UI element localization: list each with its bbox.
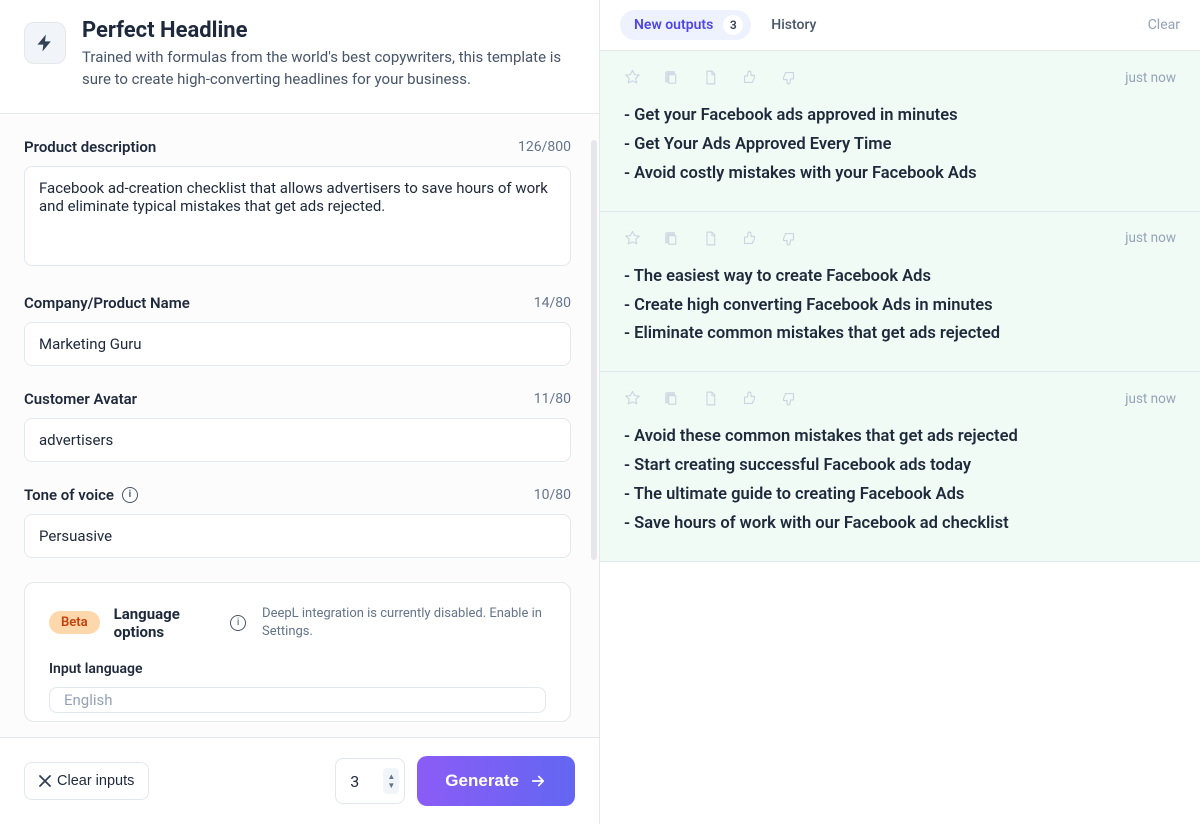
document-button[interactable] <box>702 230 719 247</box>
output-card: just now - Avoid these common mistakes th… <box>600 372 1200 562</box>
language-options-title: Language options <box>114 605 216 641</box>
star-button[interactable] <box>624 69 641 86</box>
thumbs-up-icon <box>741 230 758 247</box>
output-actions <box>624 390 797 407</box>
copy-button[interactable] <box>663 69 680 86</box>
field-customer-avatar: Customer Avatar 11/80 <box>24 390 571 462</box>
output-card: just now - Get your Facebook ads approved… <box>600 51 1200 212</box>
document-icon <box>702 69 719 86</box>
thumbs-down-button[interactable] <box>780 69 797 86</box>
output-line: - Start creating successful Facebook ads… <box>624 452 1176 481</box>
output-line: - Avoid costly mistakes with your Facebo… <box>624 160 1176 189</box>
document-button[interactable] <box>702 69 719 86</box>
document-icon <box>702 230 719 247</box>
generate-button[interactable]: Generate <box>417 756 575 806</box>
info-icon[interactable]: i <box>230 615 246 631</box>
template-icon <box>24 22 66 64</box>
star-icon <box>624 390 641 407</box>
copy-button[interactable] <box>663 390 680 407</box>
thumbs-down-button[interactable] <box>780 230 797 247</box>
copy-button[interactable] <box>663 230 680 247</box>
star-button[interactable] <box>624 230 641 247</box>
thumbs-down-icon <box>780 69 797 86</box>
copy-icon <box>663 69 680 86</box>
header-text: Perfect Headline Trained with formulas f… <box>82 18 571 91</box>
copy-icon <box>663 390 680 407</box>
thumbs-up-button[interactable] <box>741 69 758 86</box>
arrow-right-icon <box>529 772 547 790</box>
output-line: - The ultimate guide to creating Faceboo… <box>624 481 1176 510</box>
tone-label: Tone of voice i <box>24 486 138 504</box>
language-note: DeepL integration is currently disabled.… <box>262 605 546 641</box>
product-description-input[interactable] <box>24 166 571 266</box>
clear-outputs-button[interactable]: Clear <box>1148 17 1180 33</box>
output-timestamp: just now <box>1125 391 1176 407</box>
template-description: Trained with formulas from the world's b… <box>82 47 571 91</box>
output-line: - Create high converting Facebook Ads in… <box>624 292 1176 321</box>
close-icon <box>39 775 51 787</box>
template-header: Perfect Headline Trained with formulas f… <box>0 0 599 114</box>
output-line: - Get Your Ads Approved Every Time <box>624 131 1176 160</box>
output-panel: New outputs 3 History Clear just now - Ge… <box>600 0 1200 824</box>
new-outputs-count: 3 <box>723 15 743 35</box>
customer-avatar-label: Customer Avatar <box>24 390 137 408</box>
company-name-label: Company/Product Name <box>24 294 190 312</box>
outputs-list: just now - Get your Facebook ads approved… <box>600 51 1200 824</box>
thumbs-down-button[interactable] <box>780 390 797 407</box>
thumbs-up-button[interactable] <box>741 230 758 247</box>
input-language-select[interactable]: English <box>49 687 546 713</box>
bottom-bar: Clear inputs ▲▼ Generate <box>0 737 599 824</box>
lightning-icon <box>35 33 55 53</box>
output-actions <box>624 230 797 247</box>
product-description-count: 126/800 <box>518 139 571 155</box>
output-line: - Avoid these common mistakes that get a… <box>624 423 1176 452</box>
field-product-description: Product description 126/800 <box>24 138 571 270</box>
thumbs-up-icon <box>741 69 758 86</box>
star-icon <box>624 230 641 247</box>
output-line: - Eliminate common mistakes that get ads… <box>624 320 1176 349</box>
input-language-label: Input language <box>49 661 546 677</box>
template-title: Perfect Headline <box>82 18 571 43</box>
info-icon[interactable]: i <box>122 487 138 503</box>
beta-badge: Beta <box>49 611 100 634</box>
product-description-label: Product description <box>24 138 156 156</box>
tone-count: 10/80 <box>534 487 571 503</box>
star-icon <box>624 69 641 86</box>
language-options-box: Beta Language options i DeepL integratio… <box>24 582 571 722</box>
output-card: just now - The easiest way to create Face… <box>600 212 1200 373</box>
output-count-stepper[interactable]: ▲▼ <box>335 758 405 804</box>
tabs-bar: New outputs 3 History Clear <box>600 0 1200 51</box>
thumbs-down-icon <box>780 230 797 247</box>
thumbs-up-icon <box>741 390 758 407</box>
output-line: - The easiest way to create Facebook Ads <box>624 263 1176 292</box>
field-tone: Tone of voice i 10/80 <box>24 486 571 558</box>
copy-icon <box>663 230 680 247</box>
tone-input[interactable] <box>24 514 571 558</box>
output-line: - Get your Facebook ads approved in minu… <box>624 102 1176 131</box>
output-timestamp: just now <box>1125 230 1176 246</box>
input-panel: Perfect Headline Trained with formulas f… <box>0 0 600 824</box>
thumbs-down-icon <box>780 390 797 407</box>
customer-avatar-count: 11/80 <box>534 391 571 407</box>
thumbs-up-button[interactable] <box>741 390 758 407</box>
scrollbar[interactable] <box>591 140 597 560</box>
tab-new-outputs[interactable]: New outputs 3 <box>620 10 751 40</box>
stepper-icon[interactable]: ▲▼ <box>383 768 399 794</box>
form-area: Product description 126/800 Company/Prod… <box>0 114 599 738</box>
output-actions <box>624 69 797 86</box>
company-name-input[interactable] <box>24 322 571 366</box>
customer-avatar-input[interactable] <box>24 418 571 462</box>
document-button[interactable] <box>702 390 719 407</box>
field-company-name: Company/Product Name 14/80 <box>24 294 571 366</box>
clear-inputs-button[interactable]: Clear inputs <box>24 762 149 800</box>
star-button[interactable] <box>624 390 641 407</box>
company-name-count: 14/80 <box>534 295 571 311</box>
document-icon <box>702 390 719 407</box>
output-timestamp: just now <box>1125 70 1176 86</box>
tab-history[interactable]: History <box>771 17 816 33</box>
output-line: - Save hours of work with our Facebook a… <box>624 510 1176 539</box>
